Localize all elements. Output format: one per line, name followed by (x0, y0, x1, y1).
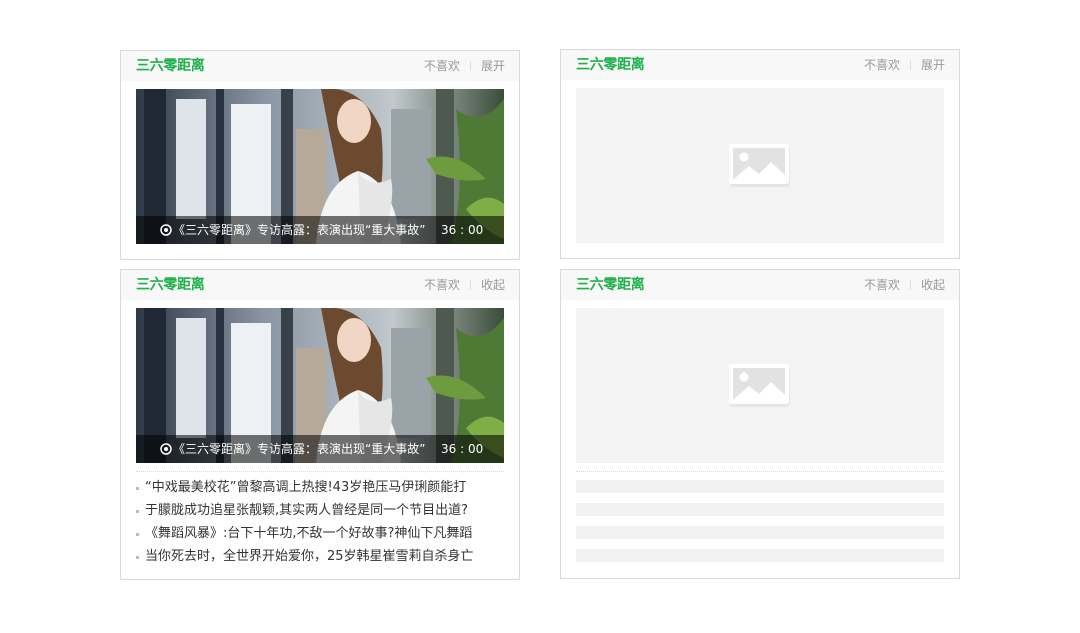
video-title[interactable]: 《三六零距离》专访高露：表演出现“重大事故” (173, 441, 425, 457)
image-placeholder (576, 308, 944, 463)
news-item[interactable]: 当你死去时，全世界开始爱你，25岁韩星崔雪莉自杀身亡 (136, 547, 506, 570)
news-item[interactable]: 《舞蹈风暴》:台下十年功,不敌一个好故事?神仙下凡舞蹈 (136, 524, 506, 547)
collapse-button[interactable]: 收起 (481, 278, 505, 292)
image-placeholder-icon (729, 144, 790, 187)
skeleton-line (576, 503, 944, 516)
divider (136, 471, 504, 472)
play-circle-icon[interactable] (160, 224, 172, 236)
bullet (136, 533, 139, 536)
card-header: 三六零距离 不喜欢 展开 (121, 51, 519, 81)
news-item[interactable]: “中戏最美校花”曾黎高调上热搜!43岁艳压马伊琍颜能打 (136, 478, 506, 501)
divider (469, 61, 471, 71)
bullet (136, 510, 139, 513)
divider (909, 280, 911, 290)
card-actions: 不喜欢 展开 (424, 59, 505, 73)
dislike-button[interactable]: 不喜欢 (864, 58, 900, 72)
divider (576, 471, 944, 472)
video-card-expanded: 三六零距离 不喜欢 收起 《三六零距离》专访高露：表演出现“重大事故” 36:… (120, 269, 520, 580)
bullet (136, 556, 139, 559)
card-actions: 不喜欢 收起 (424, 278, 505, 292)
bullet (136, 487, 139, 490)
divider (909, 60, 911, 70)
placeholder-card-expanded: 三六零距离 不喜欢 收起 (560, 269, 960, 579)
expand-button[interactable]: 展开 (921, 58, 945, 72)
dislike-button[interactable]: 不喜欢 (424, 59, 460, 73)
news-link[interactable]: 当你死去时，全世界开始爱你，25岁韩星崔雪莉自杀身亡 (145, 549, 474, 564)
image-placeholder (576, 88, 944, 243)
video-card-collapsed: 三六零距离 不喜欢 展开 《三六零距离》专访高露：表演出现“重大事故” 36:… (120, 50, 520, 260)
news-link[interactable]: “中戏最美校花”曾黎高调上热搜!43岁艳压马伊琍颜能打 (145, 480, 466, 495)
collapse-button[interactable]: 收起 (921, 278, 945, 292)
skeleton-line (576, 480, 944, 493)
image-placeholder-icon (729, 364, 790, 407)
card-actions: 不喜欢 收起 (864, 278, 945, 292)
news-list: “中戏最美校花”曾黎高调上热搜!43岁艳压马伊琍颜能打 于朦胧成功追星张靓颖,其… (136, 478, 506, 570)
card-header: 三六零距离 不喜欢 展开 (561, 50, 959, 80)
divider (469, 280, 471, 290)
card-header: 三六零距离 不喜欢 收起 (561, 270, 959, 300)
card-title[interactable]: 三六零距离 (576, 56, 645, 74)
video-title[interactable]: 《三六零距离》专访高露：表演出现“重大事故” (173, 222, 425, 238)
video-caption-bar: 《三六零距离》专访高露：表演出现“重大事故” 36 : 00 (136, 216, 504, 244)
expand-button[interactable]: 展开 (481, 59, 505, 73)
video-duration: 36 : 00 (441, 223, 484, 237)
play-circle-icon[interactable] (160, 443, 172, 455)
video-thumbnail[interactable]: 《三六零距离》专访高露：表演出现“重大事故” 36 : 00 (136, 308, 504, 463)
news-link[interactable]: 《舞蹈风暴》:台下十年功,不敌一个好故事?神仙下凡舞蹈 (145, 526, 472, 541)
dislike-button[interactable]: 不喜欢 (424, 278, 460, 292)
video-thumbnail[interactable]: 《三六零距离》专访高露：表演出现“重大事故” 36 : 00 (136, 89, 504, 244)
dislike-button[interactable]: 不喜欢 (864, 278, 900, 292)
card-title[interactable]: 三六零距离 (136, 276, 205, 294)
skeleton-line (576, 526, 944, 539)
video-duration: 36 : 00 (441, 442, 484, 456)
news-link[interactable]: 于朦胧成功追星张靓颖,其实两人曾经是同一个节目出道? (145, 503, 468, 518)
card-actions: 不喜欢 展开 (864, 58, 945, 72)
skeleton-line (576, 549, 944, 562)
placeholder-card-collapsed: 三六零距离 不喜欢 展开 (560, 49, 960, 259)
video-caption-bar: 《三六零距离》专访高露：表演出现“重大事故” 36 : 00 (136, 435, 504, 463)
card-title[interactable]: 三六零距离 (576, 276, 645, 294)
card-header: 三六零距离 不喜欢 收起 (121, 270, 519, 300)
news-item[interactable]: 于朦胧成功追星张靓颖,其实两人曾经是同一个节目出道? (136, 501, 506, 524)
card-title[interactable]: 三六零距离 (136, 57, 205, 75)
